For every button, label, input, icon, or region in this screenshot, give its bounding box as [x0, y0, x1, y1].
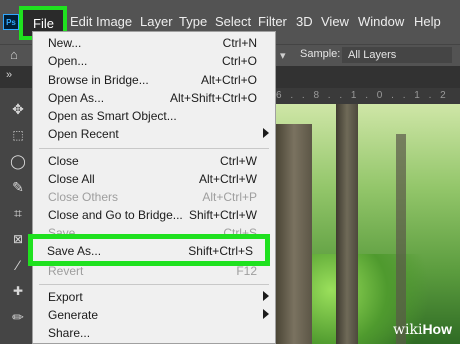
menu-item-label: Close [48, 154, 79, 168]
menu-select[interactable]: Select [215, 14, 251, 29]
menu-separator [39, 148, 269, 149]
menu-item-shortcut: Ctrl+N [222, 36, 257, 50]
menu-item-generate[interactable]: Generate [33, 306, 275, 324]
menu-layer[interactable]: Layer [140, 14, 173, 29]
menu-item-shortcut: F12 [236, 264, 257, 278]
home-icon[interactable]: ⌂ [10, 47, 18, 62]
quick-select-tool-icon[interactable]: ✎ [8, 178, 28, 196]
menu-item-share[interactable]: Share... [33, 324, 275, 342]
menu-item-label: Open as Smart Object... [48, 109, 177, 123]
menu-item-export[interactable]: Export [33, 288, 275, 306]
file-menu-dropdown: New... Ctrl+N Open... Ctrl+O Browse in Bri… [28, 31, 276, 344]
wikihow-watermark: wikiHow [393, 321, 452, 338]
menu-item-close-all[interactable]: Close All Alt+Ctrl+W [33, 170, 275, 188]
move-tool-icon[interactable]: ✥ [8, 100, 28, 118]
watermark-how: How [422, 321, 452, 337]
menu-item-shortcut: Ctrl+W [220, 154, 257, 168]
menu-image[interactable]: Image [96, 14, 132, 29]
menu-separator [39, 284, 269, 285]
menu-item-label: Open As... [48, 91, 105, 105]
crop-tool-icon[interactable]: ⌗ [8, 204, 28, 222]
submenu-arrow-icon [263, 291, 269, 301]
menu-item-label: Generate [48, 308, 99, 322]
healing-tool-icon[interactable]: ✚ [8, 282, 28, 300]
menu-item-label: Close Others [48, 190, 119, 204]
menu-type[interactable]: Type [179, 14, 207, 29]
photoshop-logo: Ps [3, 14, 19, 30]
menu-item-revert: Revert F12 [33, 262, 275, 280]
document-canvas[interactable]: wikiHow [276, 104, 460, 344]
menu-item-close-others: Close Others Alt+Ctrl+P [33, 188, 275, 206]
menu-item-browse-in-bridge[interactable]: Browse in Bridge... Alt+Ctrl+O [33, 71, 275, 89]
expand-panels-icon[interactable]: » [6, 69, 12, 81]
lasso-tool-icon[interactable]: ◯ [8, 152, 28, 170]
tree-trunk-image [336, 104, 358, 344]
menu-item-label: Share... [48, 326, 91, 340]
menu-item-new[interactable]: New... Ctrl+N [33, 34, 275, 52]
menu-item-open[interactable]: Open... Ctrl+O [33, 52, 275, 70]
marquee-tool-icon[interactable]: ⬚ [8, 126, 28, 144]
menu-item-label: Save As... [47, 244, 102, 258]
watermark-wiki: wiki [393, 322, 423, 338]
menu-help[interactable]: Help [414, 14, 441, 29]
menu-item-label: Browse in Bridge... [48, 73, 149, 87]
tree-trunk-image [276, 124, 312, 344]
menu-item-shortcut: Alt+Ctrl+O [200, 73, 257, 87]
menu-item-label: New... [48, 36, 82, 50]
menu-file-label: File [33, 16, 54, 31]
menu-item-close-and-go-to-bridge[interactable]: Close and Go to Bridge... Shift+Ctrl+W [33, 206, 275, 224]
menu-edit[interactable]: Edit [70, 14, 92, 29]
menu-item-label: Close and Go to Bridge... [48, 208, 183, 222]
menu-item-open-as-smart-object[interactable]: Open as Smart Object... [33, 107, 275, 125]
menu-window[interactable]: Window [358, 14, 404, 29]
menu-item-label: Revert [48, 264, 84, 278]
chevron-down-icon[interactable]: ▾ [280, 49, 286, 62]
menu-item-shortcut: Shift+Ctrl+S [188, 244, 253, 258]
submenu-arrow-icon [263, 309, 269, 319]
menu-item-shortcut: Shift+Ctrl+W [188, 208, 257, 222]
brush-tool-icon[interactable]: ✏ [8, 308, 28, 326]
menu-item-label: Open Recent [48, 127, 119, 141]
submenu-arrow-icon [263, 128, 269, 138]
menu-item-shortcut: Alt+Ctrl+P [202, 190, 257, 204]
menu-item-open-recent[interactable]: Open Recent [33, 125, 275, 143]
menu-filter[interactable]: Filter [258, 14, 287, 29]
menu-item-label: Export [48, 290, 83, 304]
sample-select[interactable]: All Layers [342, 47, 452, 63]
menu-item-shortcut: Ctrl+O [221, 54, 257, 68]
tree-trunk-image [396, 134, 406, 344]
menu-3d[interactable]: 3D [296, 14, 313, 29]
menu-item-shortcut: Alt+Shift+Ctrl+O [169, 91, 257, 105]
tools-panel: ✥ ⬚ ◯ ✎ ⌗ ⊠ ⁄ ✚ ✏ [0, 88, 36, 344]
menu-view[interactable]: View [321, 14, 349, 29]
frame-tool-icon[interactable]: ⊠ [8, 230, 28, 248]
menu-item-open-as[interactable]: Open As... Alt+Shift+Ctrl+O [33, 89, 275, 107]
eyedropper-tool-icon[interactable]: ⁄ [8, 256, 28, 274]
sample-label: Sample: [300, 48, 341, 60]
menu-item-label: Close All [48, 172, 95, 186]
menu-item-shortcut: Alt+Ctrl+W [198, 172, 257, 186]
menu-item-close[interactable]: Close Ctrl+W [33, 152, 275, 170]
menu-item-label: Open... [48, 54, 88, 68]
horizontal-ruler: 6 . . 8 . . 1 . 0 . . 1 . 2 [276, 88, 460, 104]
